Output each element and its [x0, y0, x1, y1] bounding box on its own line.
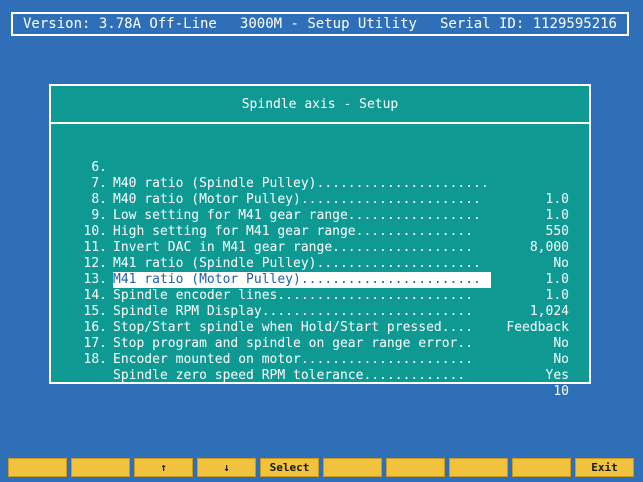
setting-row[interactable]: 8. Low setting for M41 gear range.......…	[51, 176, 589, 239]
setting-row[interactable]: 7. M40 ratio (Motor Pulley).............…	[51, 160, 589, 223]
f7-button[interactable]	[386, 458, 445, 477]
f8-button[interactable]	[449, 458, 508, 477]
setting-row[interactable]: 14. Spindle RPM Display.................…	[51, 272, 589, 335]
select-button[interactable]: Select	[260, 458, 319, 477]
setting-row[interactable]: 10. Invert DAC in M41 gear range........…	[51, 208, 589, 271]
version-label: Version: 3.78A Off-Line	[23, 16, 217, 32]
setting-row[interactable]: 13. Spindle encoder lines...............…	[51, 256, 589, 319]
f2-button[interactable]	[71, 458, 130, 477]
setting-row[interactable]: 9. High setting for M41 gear range......…	[51, 192, 589, 255]
up-arrow-button[interactable]: ↑	[134, 458, 193, 477]
exit-button[interactable]: Exit	[575, 458, 634, 477]
dialog-title: Spindle axis - Setup	[51, 86, 589, 124]
serial-id: Serial ID: 1129595216	[439, 16, 617, 32]
setting-label: Spindle zero speed RPM tolerance........…	[113, 368, 466, 383]
settings-list: 6. M40 ratio (Spindle Pulley)...........…	[51, 144, 589, 399]
f6-button[interactable]	[323, 458, 382, 477]
setting-label: Encoder mounted on motor................…	[113, 352, 474, 367]
setting-row[interactable]: 11. M41 ratio (Spindle Pulley)..........…	[51, 224, 589, 287]
f9-button[interactable]	[512, 458, 571, 477]
setting-row[interactable]: 16. Stop program and spindle on gear ran…	[51, 304, 589, 367]
setting-row-selected[interactable]: 12. M41 ratio (Motor Pulley)............…	[51, 240, 589, 303]
down-arrow-button[interactable]: ↓	[197, 458, 256, 477]
setting-row[interactable]: 15. Stop/Start spindle when Hold/Start p…	[51, 288, 589, 351]
setting-value: 10	[553, 384, 569, 399]
function-key-bar: ↑ ↓ Select Exit	[8, 458, 634, 477]
app-title: 3000M - Setup Utility	[239, 16, 417, 32]
setting-value: Yes	[545, 368, 569, 383]
setting-row[interactable]: 6. M40 ratio (Spindle Pulley)...........…	[51, 144, 589, 207]
header-bar: Version: 3.78A Off-Line 3000M - Setup Ut…	[11, 12, 629, 36]
setting-number: 18.	[83, 352, 107, 367]
setting-row[interactable]: 17. Encoder mounted on motor............…	[51, 320, 589, 383]
spindle-setup-dialog: Spindle axis - Setup 6. M40 ratio (Spind…	[49, 84, 591, 399]
f1-button[interactable]	[8, 458, 67, 477]
setting-value: No	[553, 352, 569, 367]
setting-row[interactable]: 18. Spindle zero speed RPM tolerance....…	[51, 336, 589, 399]
